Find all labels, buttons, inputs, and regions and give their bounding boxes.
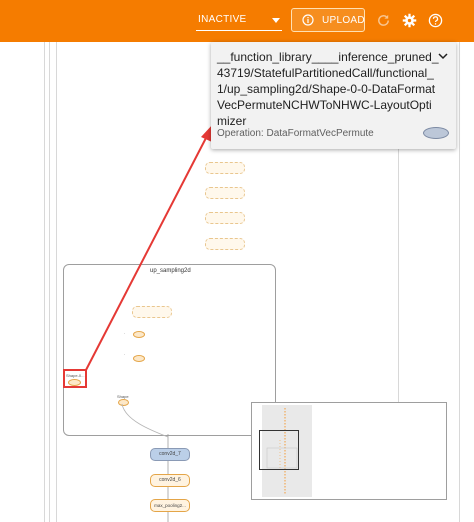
canvas-guide-line bbox=[459, 42, 460, 522]
canvas-guide-line bbox=[398, 149, 399, 409]
up-sampling2d-scope[interactable] bbox=[63, 264, 276, 436]
upload-label: UPLOAD bbox=[322, 15, 365, 26]
canvas-guide-line bbox=[49, 42, 50, 522]
op-node[interactable] bbox=[133, 331, 145, 338]
annotation-highlight-box bbox=[63, 369, 87, 388]
graph-node-ghost[interactable] bbox=[205, 162, 245, 174]
canvas-guide-line bbox=[56, 42, 57, 522]
top-toolbar: INACTIVE UPLOAD bbox=[0, 0, 474, 42]
help-icon[interactable] bbox=[428, 13, 443, 28]
scope-label: up_sampling2d bbox=[150, 268, 191, 274]
upload-button[interactable]: UPLOAD bbox=[291, 8, 365, 32]
graph-node-ghost[interactable] bbox=[205, 238, 245, 250]
shape-node[interactable] bbox=[118, 399, 129, 406]
refresh-icon[interactable] bbox=[376, 13, 391, 28]
max-pooling-node[interactable]: max_pooling2... bbox=[150, 499, 190, 512]
conv2d-7-node[interactable]: conv2d_7 bbox=[150, 448, 190, 461]
gear-icon[interactable] bbox=[402, 13, 417, 28]
op-node[interactable] bbox=[133, 355, 145, 362]
run-status-label: INACTIVE bbox=[198, 14, 247, 25]
graph-node-ghost[interactable] bbox=[205, 212, 245, 224]
node-shape-icon bbox=[423, 127, 449, 139]
minimap-viewport[interactable] bbox=[259, 430, 299, 470]
chevron-down-icon bbox=[272, 18, 280, 23]
conv2d-6-node[interactable]: conv2d_6 bbox=[150, 474, 190, 487]
tiny-mark: · bbox=[124, 352, 126, 357]
node-operation: Operation: DataFormatVecPermute bbox=[217, 128, 374, 139]
node-info-card: __function_library____inference_pruned_4… bbox=[211, 42, 456, 149]
info-icon bbox=[302, 14, 314, 26]
run-status-select[interactable]: INACTIVE bbox=[196, 10, 282, 31]
canvas-guide-line bbox=[44, 42, 45, 522]
tiny-mark: · bbox=[124, 331, 126, 336]
chevron-down-icon[interactable] bbox=[438, 51, 448, 61]
node-title: __function_library____inference_pruned_4… bbox=[217, 50, 439, 128]
graph-node-ghost[interactable] bbox=[205, 187, 245, 199]
graph-node-ghost[interactable] bbox=[132, 306, 172, 318]
